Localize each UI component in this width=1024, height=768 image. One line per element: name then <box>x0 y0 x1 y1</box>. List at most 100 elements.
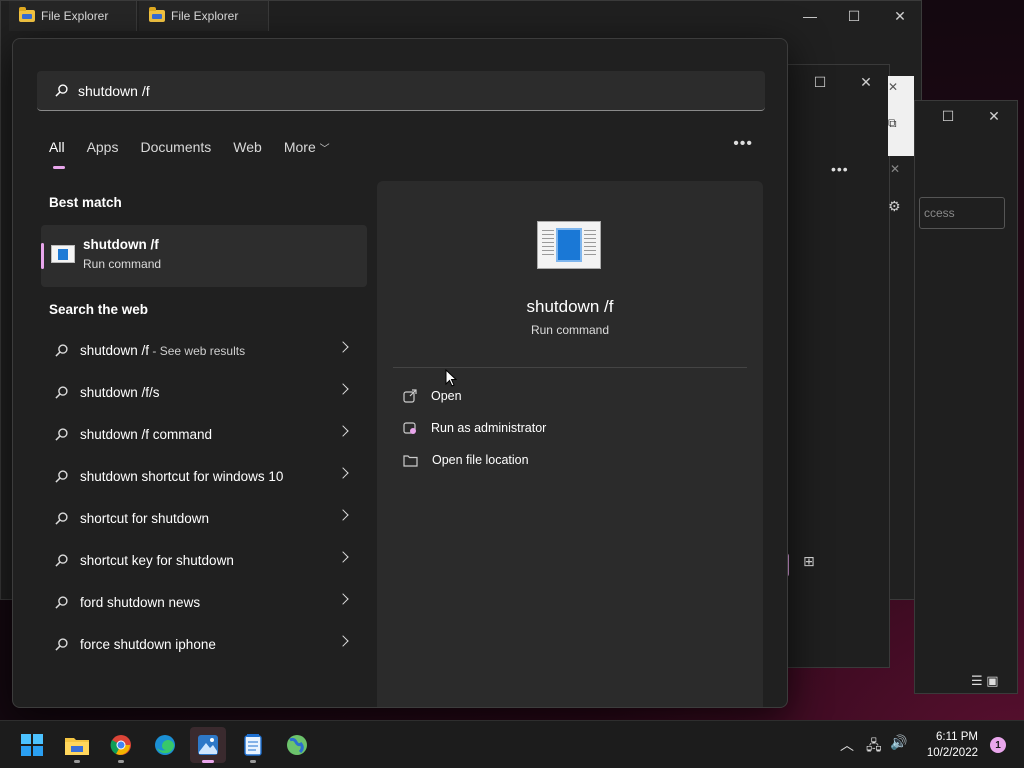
web-result-text: shutdown shortcut for windows 10 <box>80 468 284 484</box>
chevron-up-icon[interactable]: ︿ <box>840 735 854 755</box>
clock-time: 6:11 PM <box>936 731 978 743</box>
search-icon <box>55 84 68 97</box>
web-result-item[interactable]: shutdown shortcut for windows 10 <box>41 455 367 497</box>
chrome-icon[interactable] <box>103 727 139 763</box>
search-icon <box>55 469 68 483</box>
web-result-item[interactable]: shortcut for shutdown <box>41 497 367 539</box>
edge-icon[interactable] <box>147 727 183 763</box>
web-result-item[interactable]: shutdown /f - See web results <box>41 329 367 371</box>
explorer-tab-1[interactable]: File Explorer <box>9 1 137 31</box>
web-result-text: shutdown /f command <box>80 426 213 442</box>
web-result-item[interactable]: force shutdown iphone <box>41 623 367 665</box>
taskbar: ︿ 🖧 🔊 6:11 PM 10/2/2022 1 <box>0 720 1024 768</box>
explorer-tab-label: File Explorer <box>171 9 239 23</box>
search-icon <box>55 553 68 567</box>
web-result-item[interactable]: shortcut key for shutdown <box>41 539 367 581</box>
divider <box>393 367 747 368</box>
start-icon[interactable] <box>14 727 50 763</box>
search-panel: All Apps Documents Web More ﹀ ••• Best m… <box>12 38 788 708</box>
search-input[interactable] <box>78 82 728 99</box>
volume-icon[interactable]: 🔊 <box>890 734 907 751</box>
web-result-text: ford shutdown news <box>80 594 201 610</box>
notepad-icon[interactable] <box>235 727 271 763</box>
run-command-icon <box>537 221 601 269</box>
network-globe-icon[interactable] <box>279 727 315 763</box>
chevron-right-icon <box>337 467 349 479</box>
explorer-tab-2[interactable]: File Explorer <box>139 1 269 31</box>
close-button[interactable]: ✕ <box>877 1 923 31</box>
tab-documents[interactable]: Documents <box>140 135 211 159</box>
close-button[interactable]: ✕ <box>843 67 889 97</box>
search-box[interactable] <box>37 71 765 111</box>
open-external-icon <box>403 389 417 403</box>
web-result-sub: - See web results <box>149 343 246 358</box>
more-options-icon[interactable]: ••• <box>733 135 753 153</box>
photos-icon[interactable] <box>190 727 226 763</box>
web-result-text: shortcut key for shutdown <box>80 552 234 568</box>
notepad-window-back: ☐ ✕ ••• ⊞ <box>782 64 890 668</box>
chevron-down-icon: ﹀ <box>319 144 330 155</box>
tab-all[interactable]: All <box>49 135 65 169</box>
minimize-button[interactable]: — <box>787 1 833 31</box>
preview-subtitle: Run command <box>530 323 610 337</box>
run-as-admin-action[interactable]: Run as administrator <box>403 421 546 435</box>
web-result-item[interactable]: shutdown /f command <box>41 413 367 455</box>
folder-icon <box>403 454 418 467</box>
close-icon: ✕ <box>890 162 901 176</box>
result-preview-pane: shutdown /f Run command Open Run as admi… <box>377 181 763 707</box>
tab-more-label: More <box>283 139 316 155</box>
search-icon <box>55 343 68 357</box>
tab-apps[interactable]: Apps <box>87 135 119 159</box>
open-action[interactable]: Open <box>403 389 462 403</box>
maximize-button[interactable]: ☐ <box>831 1 877 31</box>
tab-web[interactable]: Web <box>233 135 262 159</box>
folder-icon <box>19 7 35 22</box>
run-as-admin-label: Run as administrator <box>431 421 547 435</box>
chevron-right-icon <box>337 341 349 353</box>
web-result-text: force shutdown iphone <box>80 636 216 652</box>
preview-title: shutdown /f <box>526 297 614 316</box>
search-icon <box>55 511 68 525</box>
chevron-right-icon <box>337 635 349 647</box>
chevron-right-icon <box>337 551 349 563</box>
access-field[interactable]: ccess <box>919 197 1005 229</box>
filter-tabs: All Apps Documents Web More ﹀ <box>49 135 352 169</box>
notification-badge[interactable]: 1 <box>990 737 1006 753</box>
search-web-heading: Search the web <box>49 302 149 317</box>
search-icon <box>55 595 68 609</box>
open-label: Open <box>431 389 462 403</box>
best-match-result[interactable]: shutdown /f Run command <box>41 225 367 287</box>
table-icon[interactable]: ⊞ <box>803 553 815 570</box>
search-icon <box>55 637 68 651</box>
clock[interactable]: 6:11 PM 10/2/2022 <box>927 729 978 761</box>
maximize-button[interactable]: ☐ <box>925 101 971 131</box>
shield-admin-icon <box>403 422 416 434</box>
open-file-location-action[interactable]: Open file location <box>403 453 529 467</box>
folder-icon <box>149 7 165 22</box>
web-result-item[interactable]: shutdown /f/s <box>41 371 367 413</box>
close-button[interactable]: ✕ <box>971 101 1017 131</box>
gear-icon: ⚙ <box>888 198 901 214</box>
chevron-right-icon <box>337 383 349 395</box>
best-match-heading: Best match <box>49 195 122 210</box>
settings-window-back: ☐ ✕ ccess ☰ ▣ <box>914 100 1018 694</box>
list-view-icon[interactable]: ☰ ▣ <box>971 673 999 689</box>
close-icon[interactable]: ✕ <box>888 80 898 94</box>
clock-date: 10/2/2022 <box>926 747 978 759</box>
web-result-item[interactable]: ford shutdown news <box>41 581 367 623</box>
chevron-right-icon <box>337 509 349 521</box>
search-icon <box>55 385 68 399</box>
network-icon[interactable]: 🖧 <box>866 735 882 759</box>
explorer-tab-label: File Explorer <box>41 9 109 23</box>
best-match-title: shutdown /f <box>83 237 159 252</box>
chevron-right-icon <box>337 425 349 437</box>
file-explorer-icon[interactable] <box>59 727 95 763</box>
open-file-location-label: Open file location <box>432 453 529 467</box>
run-command-icon <box>51 245 75 263</box>
web-result-text: shutdown /f <box>80 342 150 358</box>
maximize-button[interactable]: ☐ <box>797 67 843 97</box>
diagram-icon: ⧉ <box>888 116 897 130</box>
chevron-right-icon <box>337 593 349 605</box>
more-options-icon[interactable]: ••• <box>831 161 849 177</box>
tab-more[interactable]: More ﹀ <box>284 135 330 159</box>
